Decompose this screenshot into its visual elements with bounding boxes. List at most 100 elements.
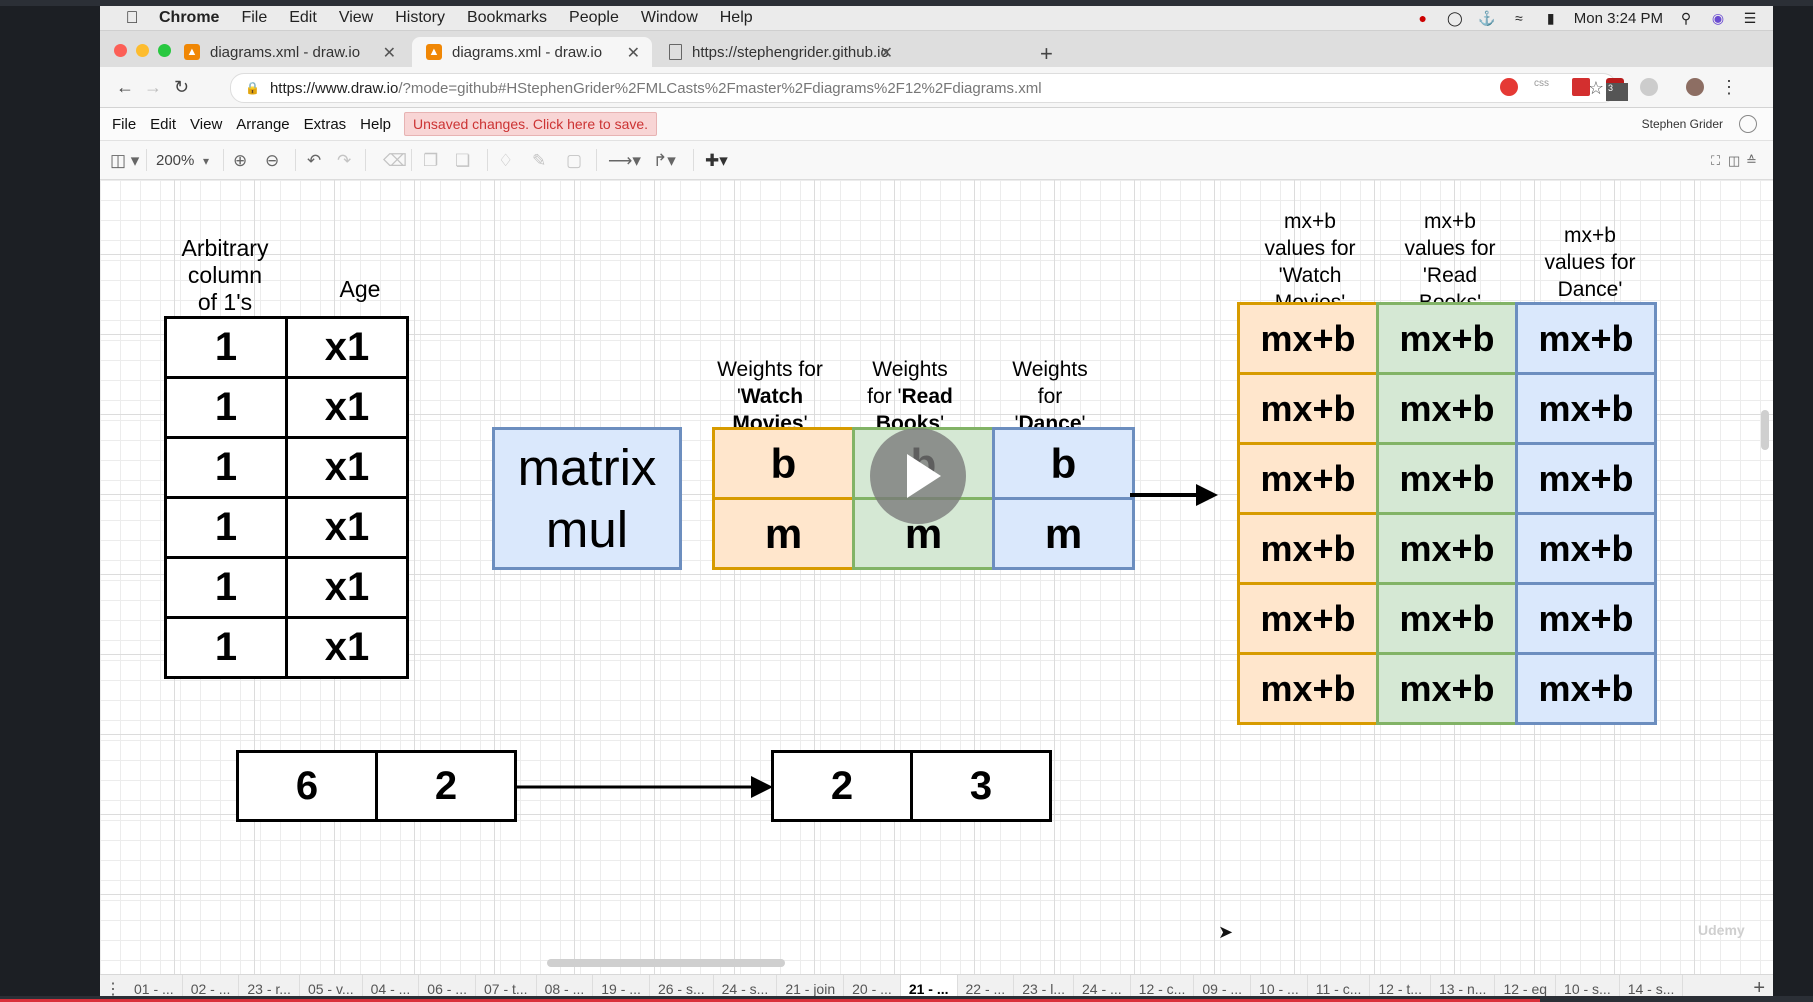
ones-cell[interactable]: 1 bbox=[164, 316, 288, 379]
user-name[interactable]: Stephen Grider bbox=[1642, 117, 1723, 131]
result-cell[interactable]: mx+b bbox=[1237, 512, 1379, 585]
result-cell[interactable]: mx+b bbox=[1376, 582, 1518, 655]
extension-grey-icon[interactable] bbox=[1640, 78, 1658, 96]
drawio-menu-edit[interactable]: Edit bbox=[143, 116, 183, 133]
to-back-icon[interactable]: ❏ bbox=[455, 151, 470, 171]
ones-cell[interactable]: 1 bbox=[164, 436, 288, 499]
drawio-menu-file[interactable]: File bbox=[105, 116, 143, 133]
menu-file[interactable]: File bbox=[230, 9, 278, 27]
age-cell[interactable]: x1 bbox=[285, 556, 409, 619]
fill-color-icon[interactable]: ♢ bbox=[498, 151, 513, 171]
menu-window[interactable]: Window bbox=[630, 9, 709, 27]
notification-center-icon[interactable]: ☰ bbox=[1741, 10, 1759, 26]
age-cell[interactable]: x1 bbox=[285, 376, 409, 439]
ones-cell[interactable]: 1 bbox=[164, 556, 288, 619]
insert-icon[interactable]: ✚▾ bbox=[705, 151, 728, 171]
format-panel-icon[interactable]: ◫ ▾ bbox=[110, 151, 139, 171]
shape-left-rows[interactable]: 6 bbox=[236, 750, 378, 822]
weight-m-cell[interactable]: m bbox=[992, 497, 1135, 570]
shape-right-cols[interactable]: 3 bbox=[910, 750, 1052, 822]
clock[interactable]: Mon 3:24 PM bbox=[1574, 10, 1663, 27]
age-cell[interactable]: x1 bbox=[285, 496, 409, 559]
connection-style-icon[interactable]: ⟶▾ bbox=[608, 151, 641, 171]
tab-github[interactable]: https://stephengrider.github.io ✕ bbox=[655, 37, 905, 67]
weight-b-cell[interactable]: b bbox=[712, 427, 855, 500]
menu-view[interactable]: View bbox=[328, 9, 384, 27]
battery-icon[interactable]: ▮ bbox=[1542, 10, 1560, 26]
collapse-icon[interactable]: ≙ bbox=[1746, 153, 1757, 169]
undo-icon[interactable]: ↶ bbox=[307, 151, 321, 171]
result-cell[interactable]: mx+b bbox=[1237, 652, 1379, 725]
toggle-panel-icon[interactable]: ◫ bbox=[1728, 153, 1740, 169]
weight-b-cell[interactable]: b bbox=[992, 427, 1135, 500]
close-tab-icon[interactable]: ✕ bbox=[880, 43, 893, 63]
drawio-menu-extras[interactable]: Extras bbox=[297, 116, 354, 133]
glasses-icon[interactable]: ◯ bbox=[1446, 10, 1464, 26]
menu-people[interactable]: People bbox=[558, 9, 630, 27]
drawio-menu-arrange[interactable]: Arrange bbox=[229, 116, 296, 133]
result-cell[interactable]: mx+b bbox=[1515, 302, 1657, 375]
recording-icon[interactable]: ● bbox=[1414, 10, 1432, 26]
zoom-select[interactable]: 200% bbox=[156, 152, 194, 169]
result-cell[interactable]: mx+b bbox=[1376, 302, 1518, 375]
ones-cell[interactable]: 1 bbox=[164, 376, 288, 439]
redo-icon[interactable]: ↷ bbox=[337, 151, 351, 171]
minimize-window-button[interactable] bbox=[136, 44, 149, 57]
docker-icon[interactable]: ⚓ bbox=[1478, 10, 1496, 26]
age-cell[interactable]: x1 bbox=[285, 316, 409, 379]
tab-diagrams-1[interactable]: ▲ diagrams.xml - draw.io ✕ bbox=[170, 37, 408, 67]
zoom-in-icon[interactable]: ⊕ bbox=[233, 151, 247, 171]
zoom-dropdown-icon[interactable]: ▾ bbox=[203, 154, 209, 168]
close-window-button[interactable] bbox=[114, 44, 127, 57]
shape-right-rows[interactable]: 2 bbox=[771, 750, 913, 822]
forward-icon[interactable]: → bbox=[144, 77, 162, 98]
result-cell[interactable]: mx+b bbox=[1515, 652, 1657, 725]
video-play-button[interactable] bbox=[870, 428, 966, 524]
profile-avatar[interactable] bbox=[1686, 78, 1704, 96]
result-cell[interactable]: mx+b bbox=[1515, 372, 1657, 445]
back-icon[interactable]: ← bbox=[116, 77, 134, 98]
reload-icon[interactable]: ↻ bbox=[174, 77, 189, 98]
waypoint-style-icon[interactable]: ↱▾ bbox=[653, 151, 676, 171]
css-icon[interactable]: css bbox=[1534, 78, 1556, 96]
age-cell[interactable]: x1 bbox=[285, 616, 409, 679]
zoom-out-icon[interactable]: ⊖ bbox=[265, 151, 279, 171]
result-cell[interactable]: mx+b bbox=[1515, 512, 1657, 585]
menu-bookmarks[interactable]: Bookmarks bbox=[456, 9, 558, 27]
result-cell[interactable]: mx+b bbox=[1376, 652, 1518, 725]
tab-diagrams-2[interactable]: ▲ diagrams.xml - draw.io ✕ bbox=[412, 37, 652, 67]
ublock-icon[interactable]: 3 bbox=[1606, 78, 1628, 101]
weight-m-cell[interactable]: m bbox=[712, 497, 855, 570]
apple-icon[interactable]:  bbox=[116, 8, 148, 28]
to-front-icon[interactable]: ❐ bbox=[423, 151, 438, 171]
url-field[interactable]: 🔒 https://www.draw.io/?mode=github#HStep… bbox=[230, 73, 1617, 103]
line-color-icon[interactable]: ✎ bbox=[532, 151, 546, 171]
matrix-mul-box[interactable]: matrix mul bbox=[492, 427, 682, 570]
menu-history[interactable]: History bbox=[384, 9, 456, 27]
extension-dots-icon[interactable] bbox=[1572, 78, 1590, 96]
result-cell[interactable]: mx+b bbox=[1237, 372, 1379, 445]
horizontal-scrollbar[interactable] bbox=[547, 959, 785, 967]
result-cell[interactable]: mx+b bbox=[1376, 372, 1518, 445]
language-globe-icon[interactable] bbox=[1739, 115, 1757, 133]
diagram-canvas[interactable]: Arbitrary column of 1's Age 1 x1 1 x1 1 x1 1 x1… bbox=[100, 180, 1773, 980]
siri-icon[interactable]: ◉ bbox=[1709, 10, 1727, 26]
result-cell[interactable]: mx+b bbox=[1237, 442, 1379, 515]
result-cell[interactable]: mx+b bbox=[1376, 442, 1518, 515]
result-cell[interactable]: mx+b bbox=[1237, 582, 1379, 655]
result-cell[interactable]: mx+b bbox=[1515, 442, 1657, 515]
age-cell[interactable]: x1 bbox=[285, 436, 409, 499]
vertical-scrollbar[interactable] bbox=[1761, 410, 1769, 450]
wifi-icon[interactable]: ≈ bbox=[1510, 10, 1528, 26]
ones-cell[interactable]: 1 bbox=[164, 496, 288, 559]
result-cell[interactable]: mx+b bbox=[1237, 302, 1379, 375]
menu-help[interactable]: Help bbox=[709, 9, 764, 27]
delete-icon[interactable]: ⌫ bbox=[383, 151, 407, 171]
close-tab-icon[interactable]: ✕ bbox=[627, 43, 640, 63]
fullscreen-icon[interactable]: ⛶ bbox=[1711, 153, 1720, 169]
unsaved-changes-button[interactable]: Unsaved changes. Click here to save. bbox=[404, 112, 658, 136]
spotlight-icon[interactable]: ⚲ bbox=[1677, 10, 1695, 26]
menu-edit[interactable]: Edit bbox=[278, 9, 328, 27]
result-cell[interactable]: mx+b bbox=[1376, 512, 1518, 585]
shape-left-cols[interactable]: 2 bbox=[375, 750, 517, 822]
